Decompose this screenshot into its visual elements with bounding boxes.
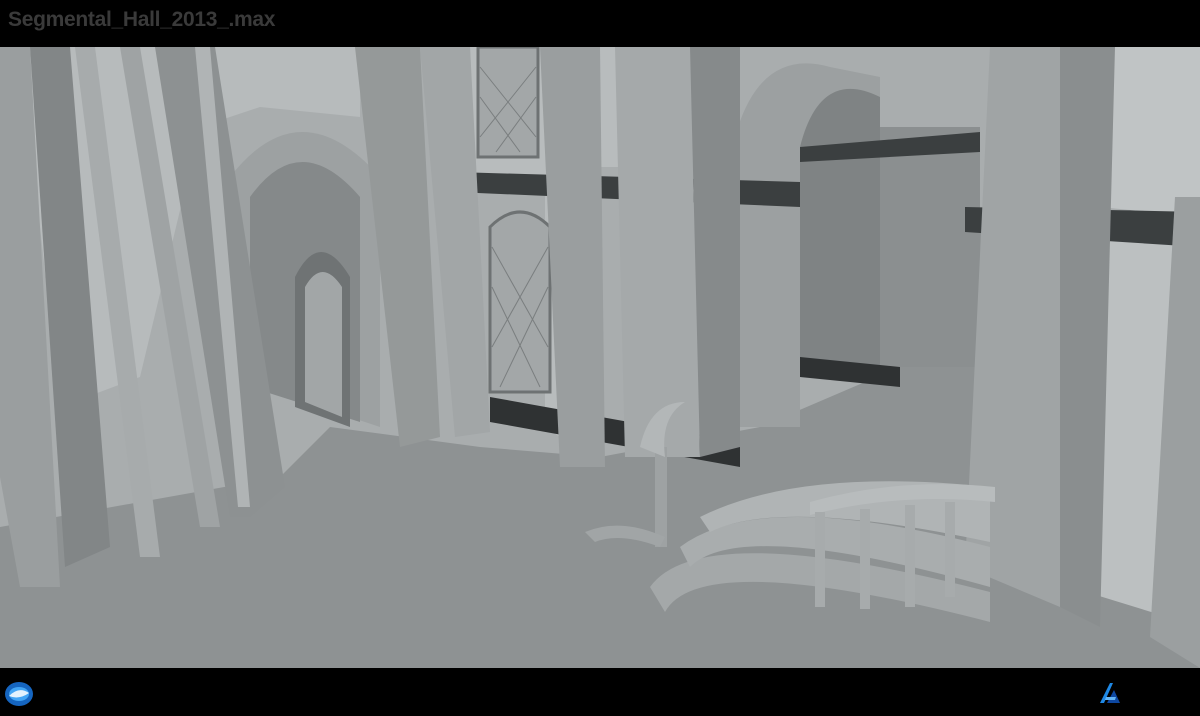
right-room-wall (880, 127, 980, 367)
3ds-max-logo-icon[interactable] (4, 680, 34, 708)
viewport-render (0, 47, 1200, 668)
title-bar: Segmental_Hall_2013_.max (0, 0, 1200, 47)
window-title: Segmental_Hall_2013_.max (8, 8, 276, 31)
center-pilaster-4 (615, 47, 700, 457)
3d-viewport[interactable] (0, 47, 1200, 668)
right-archway-opening (800, 88, 880, 367)
inner-door-light (305, 272, 342, 417)
pulpit-column (655, 447, 667, 547)
right-wall-panel (1100, 47, 1200, 217)
bottom-bar (0, 668, 1200, 716)
autodesk-logo-icon (1100, 683, 1120, 703)
